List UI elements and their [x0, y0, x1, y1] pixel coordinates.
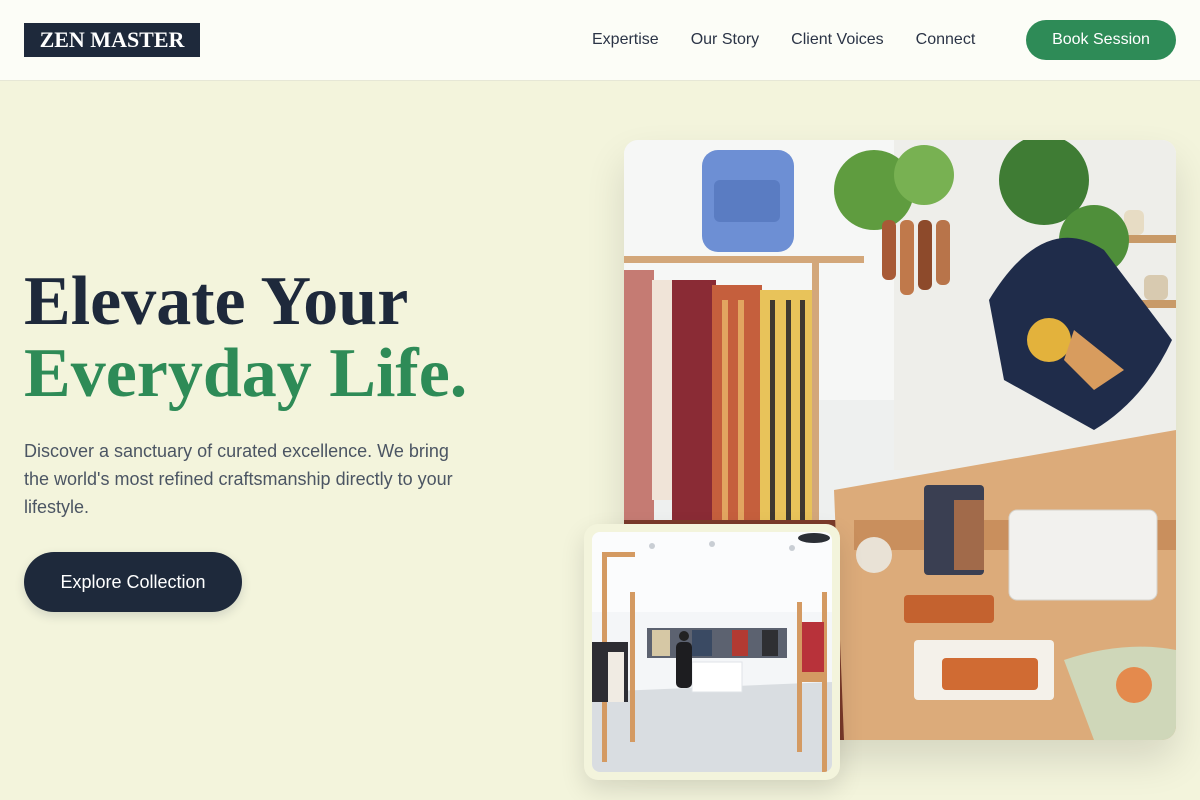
- nav-link-our-story[interactable]: Our Story: [691, 31, 759, 49]
- hero-title: Elevate Your Everyday Life.: [24, 266, 467, 410]
- store-interior-image: [584, 524, 840, 780]
- hero-title-line2: Everyday Life.: [24, 335, 468, 412]
- brand-logo[interactable]: ZEN MASTER: [24, 23, 200, 57]
- explore-collection-button[interactable]: Explore Collection: [24, 552, 242, 612]
- main-nav: Expertise Our Story Client Voices Connec…: [592, 0, 1007, 80]
- site-header: ZEN MASTER Expertise Our Story Client Vo…: [0, 0, 1200, 81]
- hero-title-line1: Elevate Your: [24, 263, 409, 340]
- hero-description: Discover a sanctuary of curated excellen…: [24, 441, 453, 517]
- book-session-button[interactable]: Book Session: [1026, 20, 1176, 60]
- nav-link-expertise[interactable]: Expertise: [592, 31, 659, 49]
- nav-link-connect[interactable]: Connect: [916, 31, 976, 49]
- nav-link-client-voices[interactable]: Client Voices: [791, 31, 884, 49]
